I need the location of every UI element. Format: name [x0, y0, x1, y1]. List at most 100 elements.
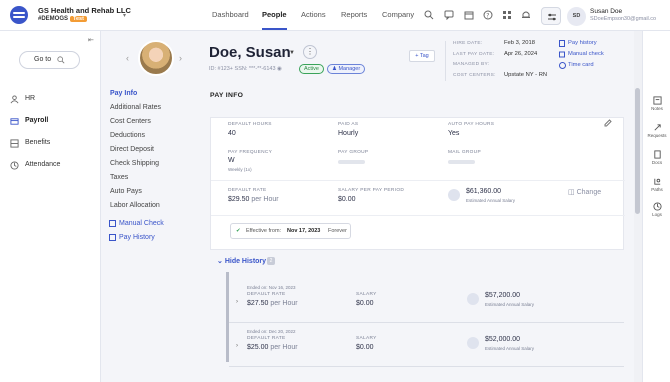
submenu-auto-pays[interactable]: Auto Pays: [110, 188, 142, 195]
mail-group-label: MAIL GROUP: [448, 150, 481, 155]
grid-icon[interactable]: [502, 10, 512, 20]
divider: [211, 180, 625, 181]
hide-history-toggle[interactable]: ⌄ Hide History: [217, 257, 266, 265]
default-hours-value: 40: [228, 130, 236, 137]
clock-icon: [10, 161, 19, 170]
requests-icon: [653, 124, 661, 131]
paid-as-value: Hourly: [338, 130, 359, 137]
leftnav-label: HR: [25, 95, 36, 102]
document-icon: [109, 234, 116, 241]
submenu-taxes[interactable]: Taxes: [110, 174, 128, 181]
salary-value: $0.00: [356, 344, 374, 351]
top-bar: GS Health and Rehab LLC #DEMOGS Test ▾ Da…: [0, 0, 670, 31]
divider: [445, 41, 446, 81]
rate-value: $25.00 per Hour: [247, 344, 298, 351]
money-icon: [467, 293, 479, 305]
document-icon: [559, 40, 565, 47]
nav-people[interactable]: People: [262, 10, 287, 19]
ended-on: Ended on: Nov 16, 2023: [247, 285, 296, 290]
rail-notes[interactable]: Notes: [643, 96, 670, 111]
submenu-check-shipping[interactable]: Check Shipping: [110, 160, 159, 167]
bell-icon[interactable]: [521, 10, 531, 20]
default-rate-value: $29.50 per Hour: [228, 196, 279, 203]
history-row[interactable]: › Ended on: Nov 16, 2023 DEFAULT RATE $2…: [229, 279, 624, 323]
rail-logs[interactable]: Logs: [643, 202, 670, 217]
submenu-deductions[interactable]: Deductions: [110, 132, 145, 139]
status-badge: Active: [299, 64, 324, 74]
add-tag-button[interactable]: + Tag: [409, 50, 435, 62]
auto-pay-hours-value: Yes: [448, 130, 460, 137]
collapse-sidebar-icon[interactable]: ⇤: [88, 36, 94, 44]
more-options-icon[interactable]: ⋮: [303, 45, 317, 59]
goto-search[interactable]: Go to: [19, 51, 80, 69]
edit-icon[interactable]: [604, 119, 612, 127]
rail-requests[interactable]: Requests: [643, 123, 670, 138]
employee-name: Doe, Susan: [209, 44, 291, 61]
nav-reports[interactable]: Reports: [341, 10, 367, 19]
goto-label: Go to: [34, 56, 52, 63]
user-name[interactable]: Susan Doe: [590, 8, 622, 15]
annual-label: Estimated Annual Salary: [485, 346, 535, 351]
check-circle-icon: ✔: [236, 228, 241, 234]
submenu-direct-deposit[interactable]: Direct Deposit: [110, 146, 154, 153]
annual-label: Estimated Annual Salary: [485, 302, 535, 307]
eye-icon[interactable]: ◉: [277, 66, 282, 72]
default-rate-label: DEFAULT RATE: [228, 188, 267, 193]
people-icon: [10, 95, 19, 104]
paths-icon: [653, 178, 660, 185]
rail-docs[interactable]: Docs: [643, 150, 670, 165]
hire-date-label: HIRE DATE:: [453, 41, 483, 46]
submenu-additional-rates[interactable]: Additional Rates: [110, 104, 161, 111]
sliders-icon: [548, 13, 556, 21]
pay-frequency-value: W: [228, 157, 235, 164]
search-icon[interactable]: [424, 10, 434, 20]
history-row[interactable]: › Ended on: Dec 20, 2022 DEFAULT RATE $2…: [229, 323, 624, 367]
next-employee-icon[interactable]: ›: [179, 53, 182, 63]
settings-menu-button[interactable]: [541, 7, 561, 25]
leftnav-label: Payroll: [25, 117, 49, 124]
time-card-link[interactable]: Time card: [559, 62, 594, 69]
pay-group-empty: [338, 160, 365, 164]
managed-by-label: MANAGED BY:: [453, 62, 490, 67]
help-icon[interactable]: ?: [483, 10, 493, 20]
salary-value: $0.00: [356, 300, 374, 307]
chevron-right-icon[interactable]: ›: [236, 343, 238, 349]
scrollbar-thumb[interactable]: [635, 88, 640, 214]
nav-dashboard[interactable]: Dashboard: [212, 10, 249, 19]
change-button[interactable]: ◫ Change: [568, 188, 601, 196]
env-badge: Test: [70, 16, 87, 22]
left-nav: ⇤ Go to HR Payroll Benefits Attendance: [0, 31, 101, 382]
user-email: SDoeEmpson30@gmail.co: [590, 16, 657, 22]
chat-icon[interactable]: [444, 10, 454, 20]
pay-history-link[interactable]: Pay history: [559, 40, 597, 47]
app-logo[interactable]: [10, 6, 28, 24]
rail-paths[interactable]: Paths: [643, 177, 670, 192]
chevron-down-icon[interactable]: ▾: [123, 12, 126, 19]
nav-company[interactable]: Company: [382, 10, 414, 19]
payroll-icon: [10, 118, 19, 125]
cost-centers-label: COST CENTERS:: [453, 73, 496, 78]
search-icon: [57, 56, 65, 64]
salary-label: SALARY: [356, 292, 377, 297]
nav-actions[interactable]: Actions: [301, 10, 326, 19]
chevron-right-icon[interactable]: ›: [236, 299, 238, 305]
company-name[interactable]: GS Health and Rehab LLC: [38, 6, 131, 15]
submenu-pay-info[interactable]: Pay Info: [110, 90, 137, 97]
auto-pay-hours-label: AUTO PAY HOURS: [448, 122, 495, 127]
calendar-icon[interactable]: [464, 10, 474, 20]
ended-on: Ended on: Dec 20, 2022: [247, 329, 296, 334]
previous-employee-icon[interactable]: ‹: [126, 53, 129, 63]
submenu-labor-allocation[interactable]: Labor Allocation: [110, 202, 160, 209]
company-code: #DEMOGS Test: [38, 16, 87, 22]
money-icon: [448, 189, 460, 201]
pay-frequency-sub: Weekly (1x): [228, 167, 252, 172]
pay-history-link[interactable]: Pay History: [109, 234, 155, 241]
chevron-down-icon[interactable]: ▼: [289, 50, 295, 56]
clock-icon: [559, 62, 566, 69]
salary-per-period-value: $0.00: [338, 196, 356, 203]
manual-check-link[interactable]: Manual Check: [109, 220, 164, 227]
manual-check-link[interactable]: Manual check: [559, 51, 604, 58]
submenu-cost-centers[interactable]: Cost Centers: [110, 118, 151, 125]
user-avatar[interactable]: SD: [567, 7, 586, 26]
effective-range: ✔ Effective from: Nov 17, 2023 Forever: [230, 223, 351, 239]
